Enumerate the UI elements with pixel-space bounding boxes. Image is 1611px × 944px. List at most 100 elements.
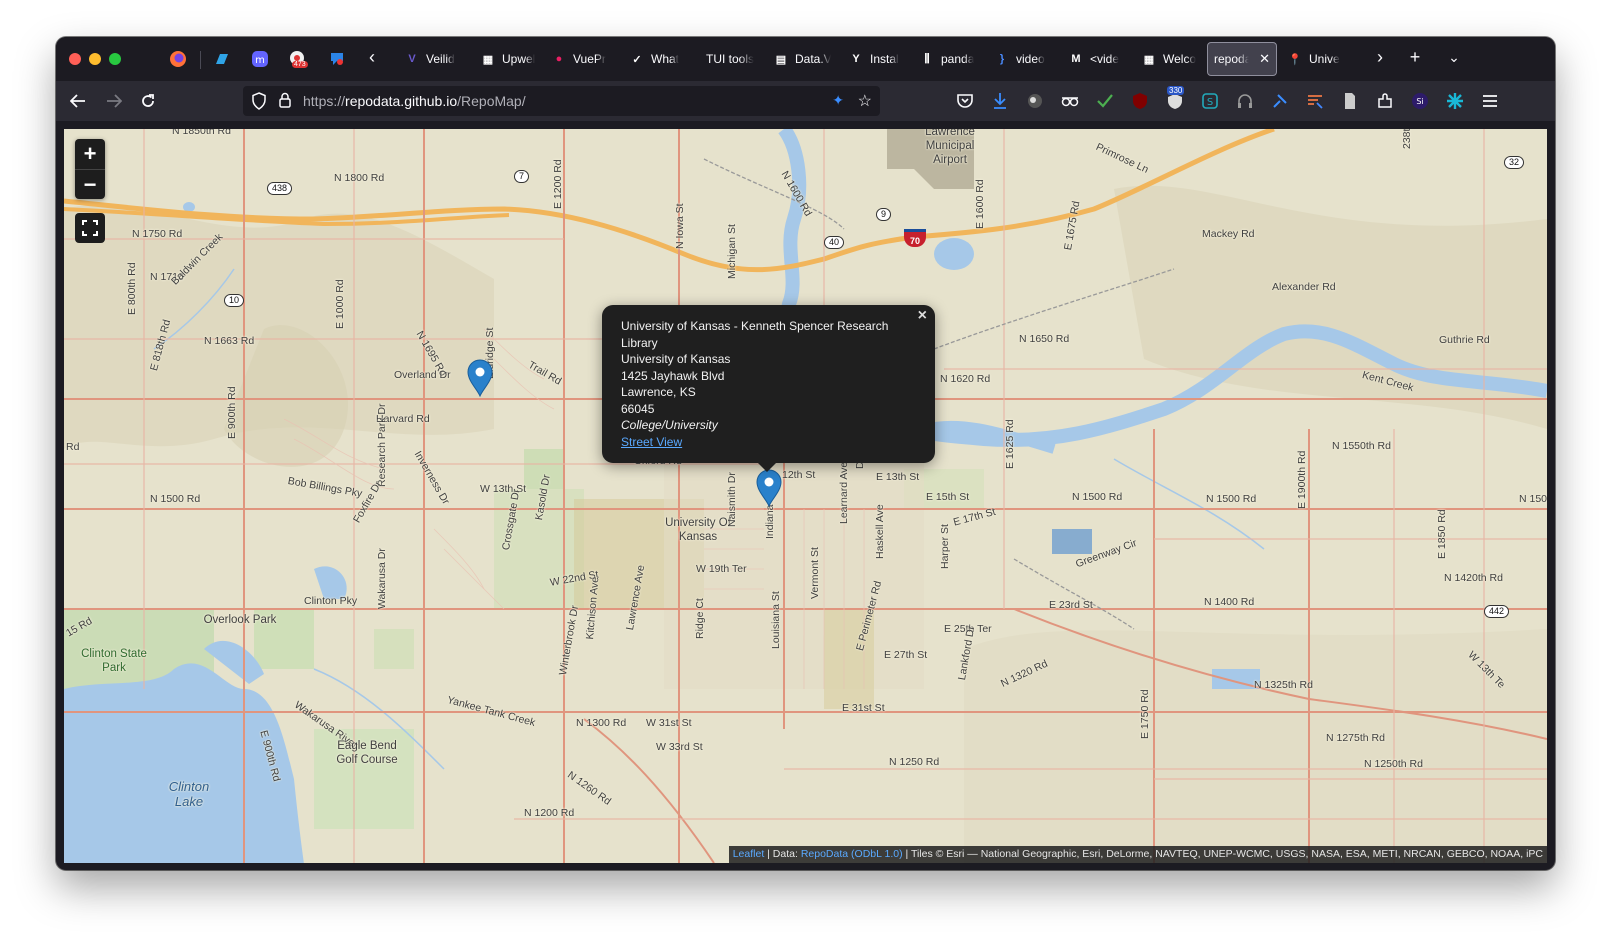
check-icon[interactable] [1095, 91, 1115, 111]
tab[interactable]: ● VuePr [545, 42, 619, 76]
tab-title: Instal [870, 52, 899, 66]
tab-active[interactable]: repodat ✕ [1207, 42, 1277, 76]
url-path: /RepoMap/ [457, 93, 526, 109]
reload-button[interactable] [136, 89, 160, 113]
tab[interactable]: Y Instal [842, 42, 910, 76]
extension-icon[interactable] [1445, 91, 1465, 111]
selected-map-marker[interactable] [756, 469, 782, 508]
close-window-button[interactable] [69, 53, 81, 65]
headphones-icon[interactable] [1235, 91, 1255, 111]
map-label: N Iowa St [674, 203, 686, 249]
close-tab-icon[interactable]: ✕ [1259, 51, 1270, 67]
map-label: Guthrie Rd [1439, 334, 1490, 346]
back-button[interactable] [66, 89, 90, 113]
pin-extension-icon[interactable]: ✦ [832, 92, 844, 109]
badge-extension-icon[interactable]: 330 [1165, 86, 1185, 111]
mastodon-pinned-tab[interactable]: m [250, 49, 270, 69]
map-label: N 1663 Rd [204, 335, 255, 347]
map-label: Learnard Ave [838, 461, 850, 524]
tab-title: <vide [1090, 52, 1120, 66]
tab-favicon-icon: 📍 [1288, 53, 1302, 66]
fullscreen-button[interactable] [75, 213, 105, 243]
extensions-icon[interactable] [1375, 91, 1395, 111]
github-pinned-tab[interactable]: 473 [288, 49, 308, 69]
tab-favicon-icon: ● [555, 53, 563, 65]
popup-address: 1425 Jayhawk Blvd [621, 368, 725, 383]
scroll-tabs-left-button[interactable]: ‹ [360, 47, 384, 68]
zoom-window-button[interactable] [109, 53, 121, 65]
address-bar[interactable]: https://repodata.github.io/RepoMap/ ✦ ☆ [243, 86, 880, 116]
minimize-window-button[interactable] [89, 53, 101, 65]
map-label: E 15th St [926, 491, 970, 503]
attribution-data-prefix: | Data: [764, 848, 801, 860]
map-label: E 1000 Rd [334, 279, 346, 329]
popup-close-button[interactable]: × [918, 307, 927, 325]
map-label: N 1500 Rd [1072, 491, 1123, 503]
map-label: E 31st St [842, 702, 885, 714]
map-label: Lawrence Municipal Airport [925, 129, 975, 166]
app-pinned-tab[interactable] [211, 49, 231, 69]
route-shield-icon: 10 [224, 294, 245, 307]
account-icon[interactable]: Si [1410, 91, 1430, 111]
lock-icon[interactable] [279, 92, 291, 113]
extension-icon[interactable] [1060, 91, 1080, 111]
leaflet-link[interactable]: Leaflet [733, 848, 765, 860]
tab[interactable]: V Veilid [398, 42, 468, 76]
bookmark-star-icon[interactable]: ☆ [858, 91, 872, 111]
map-label: N 1275th Rd [1326, 732, 1385, 744]
extension-icon[interactable] [1025, 91, 1045, 111]
tab[interactable]: ▦ Upwel [474, 42, 542, 76]
list-all-tabs-button[interactable]: ⌄ [1442, 49, 1466, 66]
tab[interactable]: ⫼ panda [913, 42, 983, 76]
url-text[interactable]: https://repodata.github.io/RepoMap/ [303, 93, 526, 109]
tab[interactable]: ▤ Data.V [767, 42, 837, 76]
route-shield-icon: 442 [1484, 605, 1510, 618]
map-marker[interactable] [467, 359, 493, 398]
tab[interactable]: } video [988, 42, 1058, 76]
new-tab-button[interactable]: + [1403, 47, 1427, 68]
tab-title: VuePr [573, 52, 606, 66]
map-label: Alexander Rd [1272, 281, 1336, 293]
route-shield-icon: 9 [876, 208, 892, 221]
attribution-tiles: | Tiles © Esri — National Geographic, Es… [902, 848, 1543, 860]
extension-icon[interactable] [1305, 91, 1325, 111]
scroll-tabs-right-button[interactable]: › [1368, 47, 1392, 68]
forward-button[interactable] [102, 89, 126, 113]
document-icon[interactable] [1340, 91, 1360, 111]
map-label: E 27th St [884, 649, 928, 661]
tab[interactable]: M <vide [1062, 42, 1132, 76]
chat-pinned-tab[interactable] [327, 49, 347, 69]
map-label: 12th St [782, 469, 816, 481]
map-label: Harper St [939, 524, 951, 569]
map-label: W 33rd St [656, 741, 703, 753]
svg-text:Si: Si [1416, 97, 1423, 106]
map-label: N 1420th Rd [1444, 572, 1503, 584]
pin-extension-icon[interactable] [1270, 91, 1290, 111]
tab[interactable]: TUI tools [700, 42, 766, 76]
tracking-protection-icon[interactable] [251, 92, 267, 115]
downloads-icon[interactable] [990, 91, 1010, 111]
menu-icon[interactable] [1480, 91, 1500, 111]
map-label: N 1500 Rd [150, 493, 201, 505]
zoom-out-button[interactable]: − [75, 169, 105, 199]
tab[interactable]: ▦ Welco [1135, 42, 1203, 76]
map-view[interactable]: N 1850th Rd N 1800 Rd N 1750 Rd N 1710 Baldw… [64, 129, 1547, 863]
tab[interactable]: ✓ What [623, 42, 689, 76]
zoom-in-button[interactable]: + [75, 139, 105, 169]
map-label: Vermont St [809, 547, 821, 599]
map-label: N 1300 Rd [576, 717, 627, 729]
tab-favicon-icon: } [999, 53, 1005, 65]
firefox-pinned-tab[interactable] [168, 49, 188, 69]
tab[interactable]: 📍 Unive [1281, 42, 1355, 76]
street-view-link[interactable]: Street View [621, 434, 916, 451]
navigation-bar: https://repodata.github.io/RepoMap/ ✦ ☆ … [56, 81, 1555, 121]
tab-favicon-icon: Y [852, 53, 860, 65]
location-popup: × University of Kansas - Kenneth Spencer… [602, 305, 935, 472]
extension-icon[interactable]: S [1200, 91, 1220, 111]
map-label: N 1200 Rd [524, 807, 575, 819]
ublock-icon[interactable] [1130, 91, 1150, 111]
url-host: repodata.github.io [345, 93, 458, 109]
browser-window: m 473 ‹ V Veilid ▦ Upwel ● VuePr ✓ What TUI tool… [56, 37, 1555, 870]
pocket-icon[interactable] [955, 91, 975, 111]
repodata-link[interactable]: RepoData (ODbL 1.0) [801, 848, 903, 860]
